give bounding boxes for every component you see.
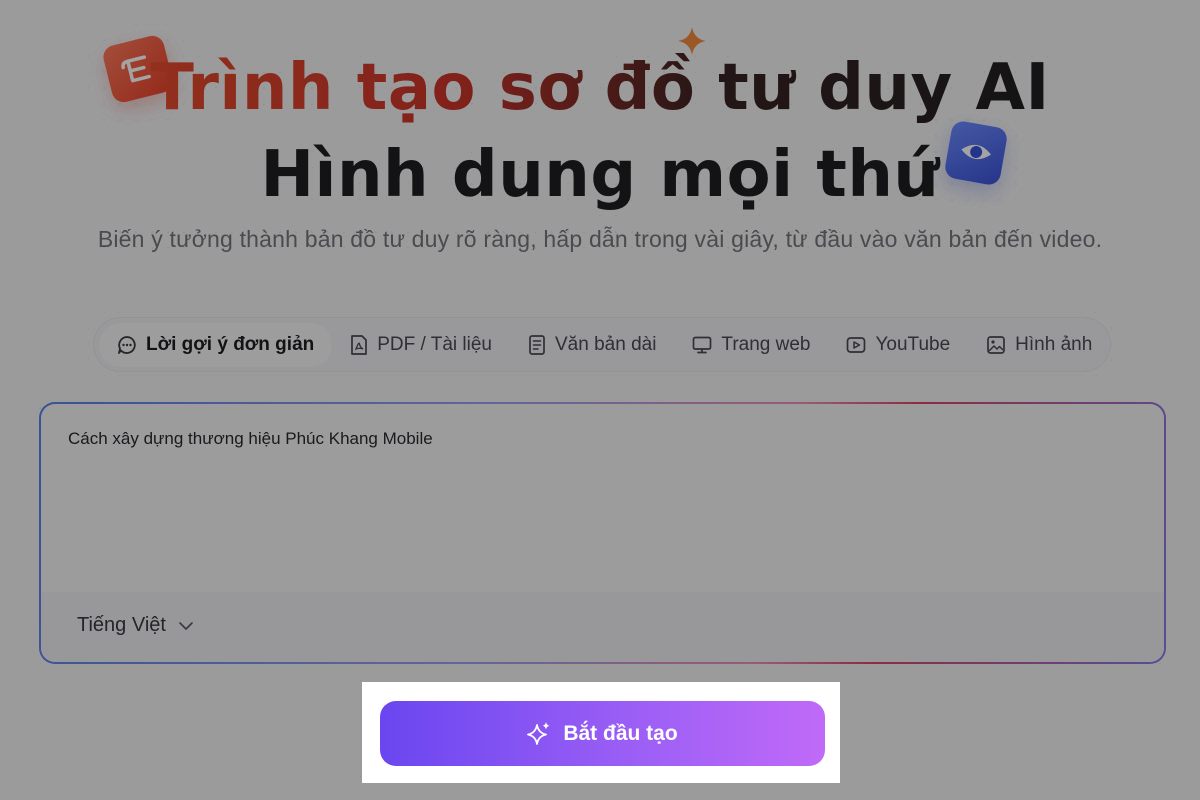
document-icon [529,334,545,355]
tab-label: PDF / Tài liệu [377,333,492,355]
tab-website[interactable]: Trang web [674,323,828,367]
hero-subtitle: Biến ý tưởng thành bản đồ tư duy rõ ràng… [97,226,1103,252]
tab-label: Hình ảnh [1015,333,1093,355]
tab-pdf-document[interactable]: PDF / Tài liệu [332,323,510,367]
cta-highlight: Bắt đầu tạo [362,682,840,783]
hero-title: Trình tạo sơ đồ tư duy AI [150,51,1050,125]
sparkle-icon [527,721,550,745]
pdf-icon [351,334,368,355]
tab-long-text[interactable]: Văn bản dài [510,323,674,367]
tab-label: Lời gợi ý đơn giản [146,333,315,355]
monitor-icon [693,336,712,353]
tab-label: Văn bản dài [555,333,657,355]
hero-title-line2: Hình dung mọi thứ [260,138,940,212]
input-type-tabs: Lời gợi ý đơn giản PDF / Tài liệu Văn bả… [93,317,1111,372]
prompt-input[interactable] [68,428,1128,588]
tab-simple-prompt[interactable]: Lời gợi ý đơn giản [99,322,333,367]
prompt-card-body: Tiếng Việt [41,404,1164,662]
image-icon [987,335,1006,354]
prompt-footer: Tiếng Việt [41,592,1164,662]
start-create-button[interactable]: Bắt đầu tạo [380,701,825,766]
prompt-card: Tiếng Việt [39,402,1166,664]
start-create-label: Bắt đầu tạo [563,721,678,745]
language-select-value: Tiếng Việt [77,614,166,636]
tab-label: YouTube [875,333,951,355]
chat-bubble-icon [118,335,136,354]
chevron-down-icon [179,621,193,630]
tab-image[interactable]: Hình ảnh [968,323,1110,367]
tab-label: Trang web [721,333,811,355]
page: Trình tạo sơ đồ tư duy AI Hình dung mọi … [0,0,1200,800]
play-icon [847,336,866,353]
tab-youtube[interactable]: YouTube [828,323,968,367]
language-select[interactable]: Tiếng Việt [77,614,194,637]
